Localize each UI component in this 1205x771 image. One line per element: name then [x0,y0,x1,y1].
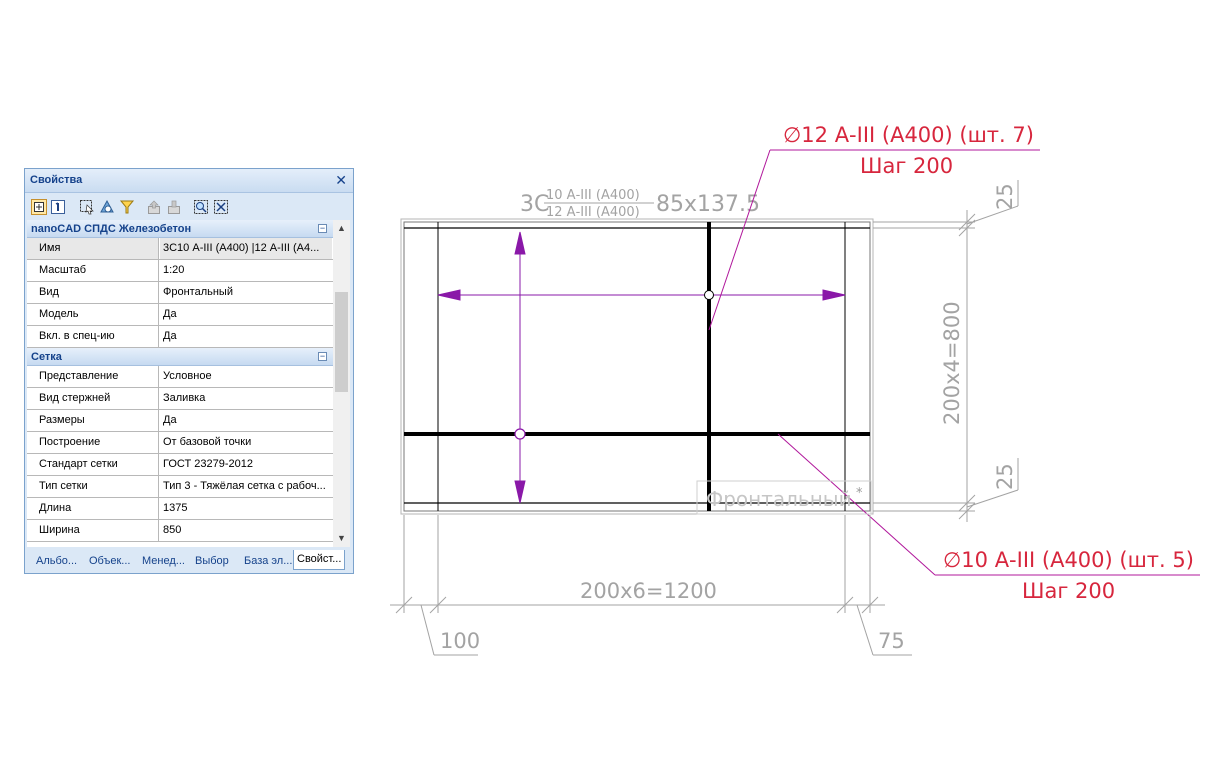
grip-arrow-down [514,480,526,504]
dim-bottom-right: 75 [878,629,905,653]
property-row-representation[interactable]: Представление Условное [27,366,333,388]
mark-denominator: 12 А-III (А400) [546,205,640,220]
scroll-thumb[interactable] [335,292,348,392]
property-key: Вкл. в спец-ию [27,326,159,347]
dim-right-top: 25 [993,183,1017,210]
property-key: Стандарт сетки [27,454,159,475]
property-key: Построение [27,432,159,453]
group-header-zhelezobeton[interactable]: nanoCAD СПДС Железобетон − [27,220,333,238]
property-value[interactable]: Да [160,410,332,431]
dim-right-main: 200х4=800 [940,301,964,425]
tab-album[interactable]: Альбо... [36,552,77,570]
tab-selection[interactable]: Выбор [195,552,229,570]
property-value[interactable]: ГОСТ 23279-2012 [160,454,332,475]
zoom-selection-icon[interactable] [193,199,209,215]
view-label: Фронтальный [706,487,852,511]
property-value[interactable]: Тип 3 - Тяжёлая сетка с рабоч... [160,476,332,497]
sheet-outline-inner [403,221,871,512]
property-row-width[interactable]: Ширина 850 [27,520,333,542]
property-key: Ширина [27,520,159,541]
property-key: Вид [27,282,159,303]
property-grid-scrollbar[interactable]: ▲ ▼ [333,220,350,547]
export-icon[interactable] [146,199,162,215]
bottom-leader-text1: ∅10 А-III (А400) (шт. 5) [943,548,1194,572]
property-value[interactable]: Да [160,304,332,325]
property-row-scale[interactable]: Масштаб 1:20 [27,260,333,282]
select-objects-icon[interactable] [79,199,95,215]
property-key: Имя [27,238,159,259]
property-row-bar-view[interactable]: Вид стержней Заливка [27,388,333,410]
alphabetical-icon[interactable] [50,199,66,215]
property-row-construction[interactable]: Построение От базовой точки [27,432,333,454]
property-row-mesh-type[interactable]: Тип сетки Тип 3 - Тяжёлая сетка с рабоч.… [27,476,333,498]
property-value[interactable]: Заливка [160,388,332,409]
collapse-icon[interactable]: − [318,352,327,361]
property-key: Размеры [27,410,159,431]
collapse-icon[interactable]: − [318,224,327,233]
filter-icon[interactable] [119,199,135,215]
group-label: Сетка [31,351,62,363]
property-row-mesh-standard[interactable]: Стандарт сетки ГОСТ 23279-2012 [27,454,333,476]
property-key: Тип сетки [27,476,159,497]
property-row-dimensions[interactable]: Размеры Да [27,410,333,432]
quick-select-icon[interactable] [99,199,115,215]
tab-properties[interactable]: Свойст... [293,550,346,570]
mark-numerator: 10 А-III (А400) [546,188,640,203]
property-key: Длина [27,498,159,519]
top-leader-line [708,149,771,331]
panel-tab-bar: Альбо... Объек... Менед... Выбор База эл… [27,549,351,571]
property-key: Вид стержней [27,388,159,409]
tab-objects[interactable]: Объек... [89,552,130,570]
grip-arrow-left [437,289,461,301]
dim-right-bottom: 25 [993,463,1017,490]
property-value[interactable]: Условное [160,366,332,387]
group-label: nanoCAD СПДС Железобетон [31,223,192,235]
property-value[interactable]: 850 [160,520,332,541]
sheet-outline [400,218,874,515]
property-key: Масштаб [27,260,159,281]
group-header-setka[interactable]: Сетка − [27,348,333,366]
bottom-leader-text2: Шаг 200 [1022,579,1115,603]
grip-arrows[interactable] [437,231,846,504]
mesh-mark-label: 3С 10 А-III (А400) 12 А-III (А400) 85х13… [520,188,760,220]
scroll-down-icon[interactable]: ▼ [333,530,350,547]
property-grid[interactable]: nanoCAD СПДС Железобетон − Имя 3С10 А-II… [27,220,333,547]
property-row-name[interactable]: Имя 3С10 А-III (А400) |12 А-III (А4... [27,238,333,260]
scroll-up-icon[interactable]: ▲ [333,220,350,237]
panel-title: Свойства [30,174,83,186]
property-row-length[interactable]: Длина 1375 [27,498,333,520]
step-grip[interactable] [704,290,714,300]
properties-panel: Свойства ✕ nanoCAD СПДС Железобетон − Им… [24,168,354,574]
dim-bottom-main: 200х6=1200 [580,579,717,603]
tab-manager[interactable]: Менед... [142,552,185,570]
property-row-include-spec[interactable]: Вкл. в спец-ию Да [27,326,333,348]
property-value[interactable]: 3С10 А-III (А400) |12 А-III (А4... [160,238,332,259]
mark-suffix: 85х137.5 [656,192,760,217]
property-key: Модель [27,304,159,325]
property-value[interactable]: Фронтальный [160,282,332,303]
close-icon[interactable]: ✕ [335,172,347,189]
property-value[interactable]: Да [160,326,332,347]
import-icon[interactable] [166,199,182,215]
property-key: Представление [27,366,159,387]
categorize-icon[interactable] [31,199,47,215]
property-value[interactable]: 1375 [160,498,332,519]
view-asterisk: * [856,486,863,501]
grip-arrow-up [514,231,526,255]
panel-title-bar: Свойства ✕ [25,169,353,193]
property-value[interactable]: От базовой точки [160,432,332,453]
mark-prefix: 3С [520,192,549,217]
base-point-grip[interactable] [514,428,526,440]
top-leader-text1: ∅12 А-III (А400) (шт. 7) [783,123,1034,147]
tab-element-base[interactable]: База эл... [244,552,292,570]
property-row-model[interactable]: Модель Да [27,304,333,326]
deselect-icon[interactable] [213,199,229,215]
panel-toolbar [27,197,351,217]
property-row-view[interactable]: Вид Фронтальный [27,282,333,304]
property-value[interactable]: 1:20 [160,260,332,281]
dim-bottom-left: 100 [440,629,480,653]
top-leader-text2: Шаг 200 [860,154,953,178]
grip-arrow-right [822,289,846,301]
